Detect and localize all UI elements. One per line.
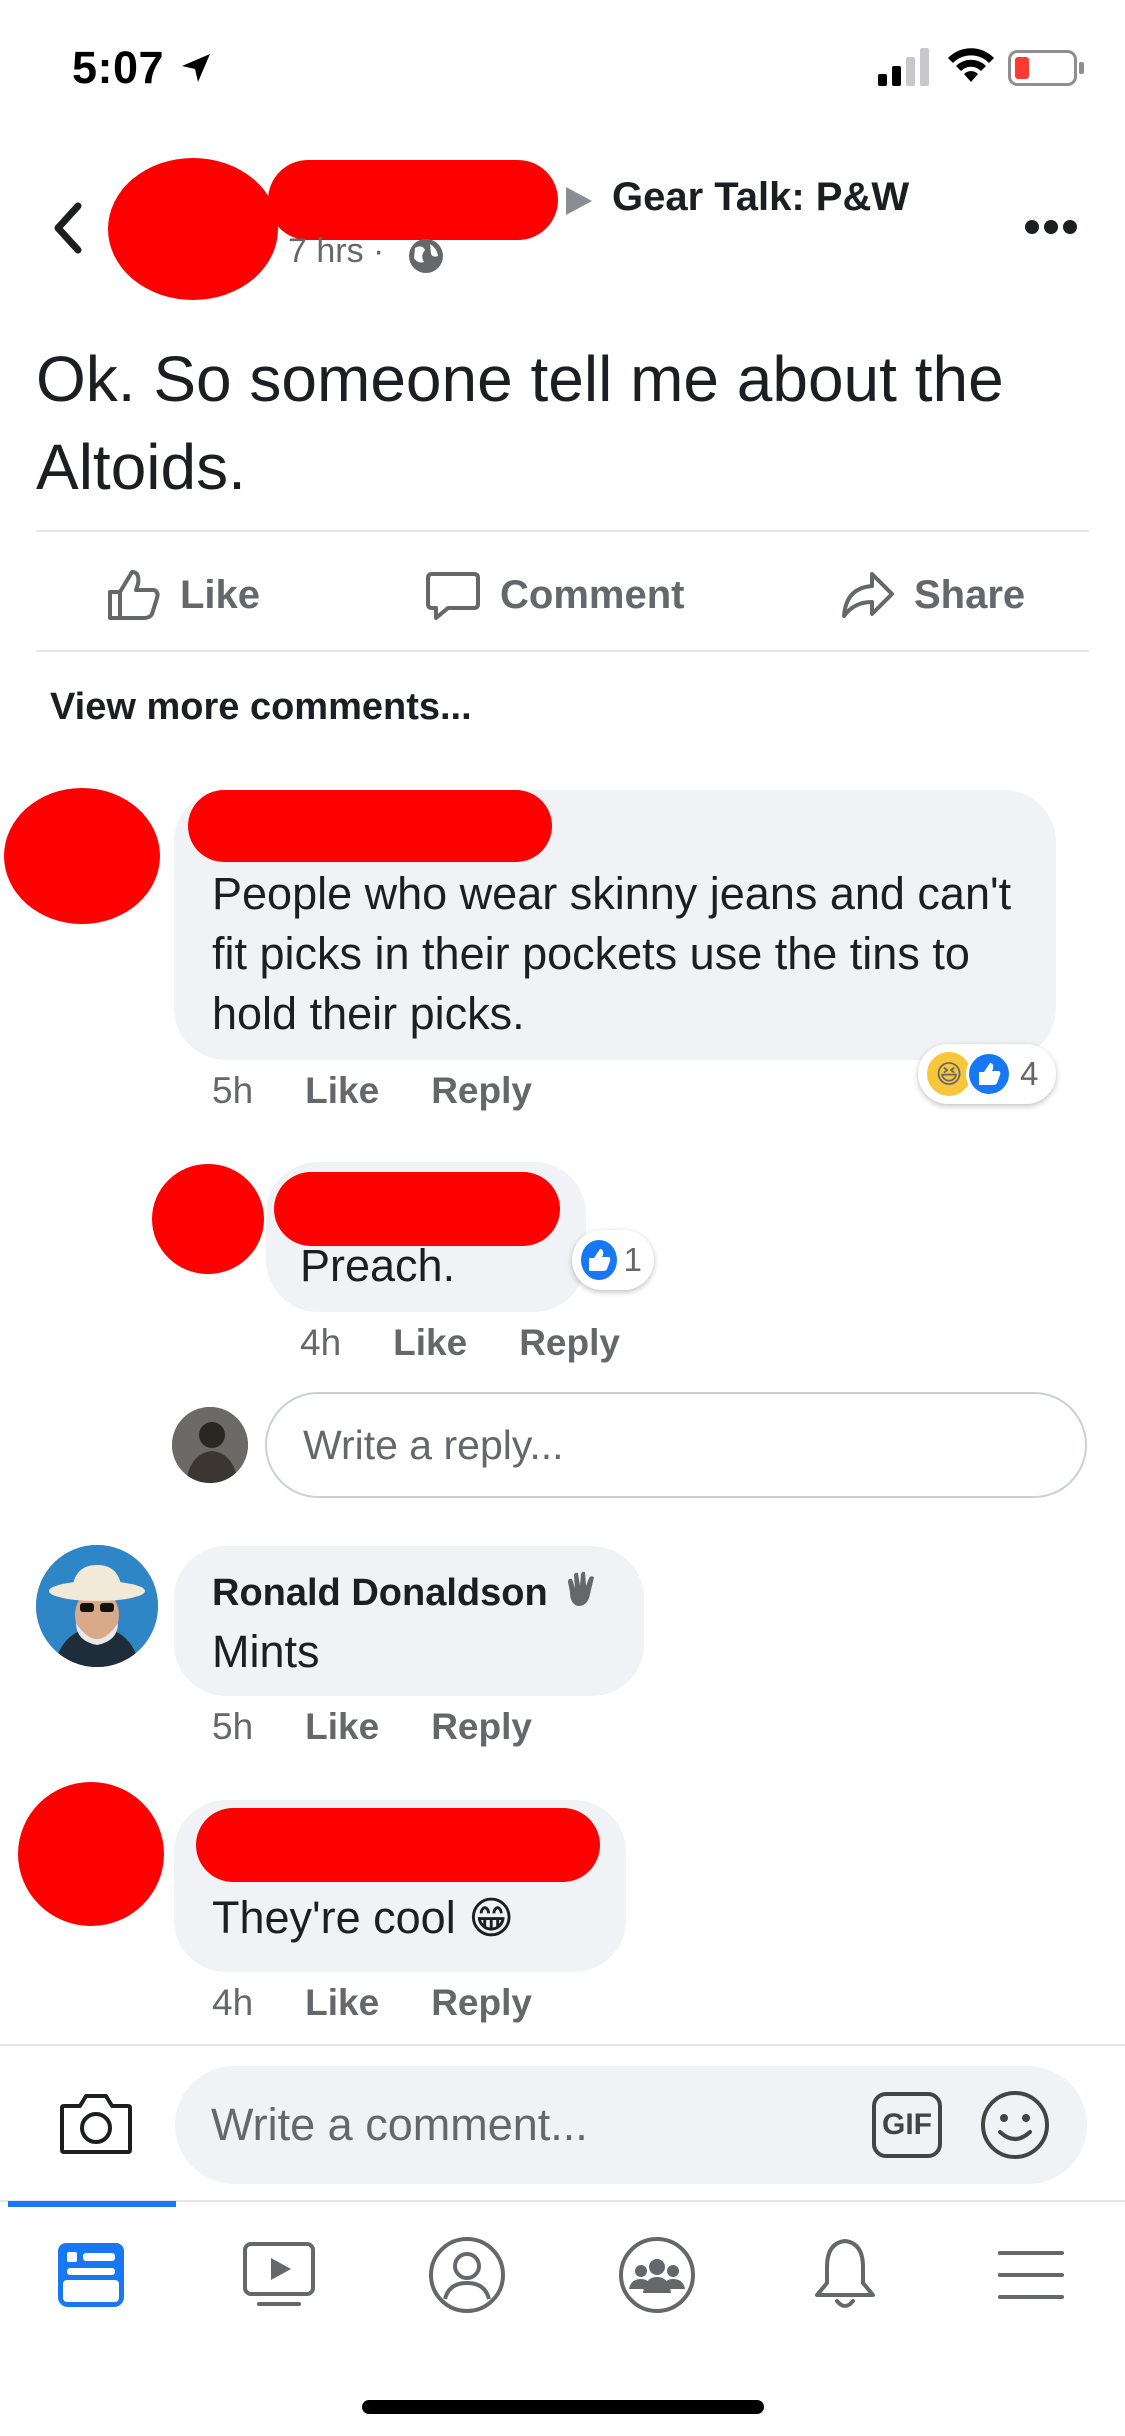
redacted-avatar <box>18 1782 164 1926</box>
redacted-avatar <box>152 1164 264 1274</box>
profile-icon[interactable] <box>422 2230 512 2320</box>
comment-reply-link[interactable]: Reply <box>431 1982 532 2024</box>
more-icon[interactable] <box>1024 218 1078 236</box>
comment-input[interactable]: Write a comment... <box>175 2066 1087 2184</box>
back-chevron-icon[interactable] <box>50 200 86 256</box>
divider <box>0 2044 1125 2046</box>
wifi-icon <box>948 48 994 82</box>
comment-like-link[interactable]: Like <box>305 1070 379 1112</box>
menu-icon[interactable] <box>986 2230 1076 2320</box>
reaction-summary[interactable]: 😆 4 <box>918 1044 1056 1104</box>
comment-time: 5h <box>212 1070 254 1111</box>
comment-time: 5h <box>212 1706 254 1747</box>
reaction-count: 4 <box>1020 1055 1039 1092</box>
grin-emoji-icon: 😁 <box>468 1894 515 1943</box>
comment-like-link[interactable]: Like <box>305 1982 379 2024</box>
wave-badge-icon <box>568 1571 594 1606</box>
groups-icon[interactable] <box>612 2230 702 2320</box>
comment-time: 4h <box>212 1982 254 2023</box>
location-arrow-icon <box>182 54 210 82</box>
reply-input[interactable]: Write a reply... <box>265 1392 1087 1498</box>
commenter-name[interactable]: Ronald Donaldson <box>212 1572 548 1615</box>
post-time: 7 hrs · <box>288 232 385 270</box>
triangle-right-icon <box>566 187 592 215</box>
post-text: Ok. So someone tell me about the Altoids… <box>36 343 1004 503</box>
group-name[interactable]: Gear Talk: P&W <box>612 175 909 220</box>
comment-button[interactable]: Comment <box>424 560 684 630</box>
like-reaction-icon <box>578 1237 620 1283</box>
redacted-commenter-name <box>274 1172 560 1246</box>
home-indicator[interactable] <box>362 2400 764 2414</box>
avatar[interactable] <box>36 1545 158 1667</box>
comment-meta: 5h Like Reply <box>212 1706 532 1748</box>
comment-time: 4h <box>300 1322 342 1363</box>
emoji-icon[interactable] <box>978 2088 1052 2162</box>
user-avatar <box>172 1407 248 1483</box>
redacted-avatar <box>108 158 278 300</box>
divider <box>36 530 1089 532</box>
comment-meta: 4h Like Reply <box>212 1982 532 2024</box>
view-more-comments[interactable]: View more comments... <box>50 686 472 729</box>
comment-text: They're cool 😁 <box>212 1892 515 1943</box>
gif-icon[interactable]: GIF <box>872 2092 942 2158</box>
like-reaction-icon <box>966 1051 1012 1097</box>
comment-reply-link[interactable]: Reply <box>431 1070 532 1112</box>
share-icon <box>842 572 894 618</box>
camera-icon[interactable] <box>58 2090 134 2158</box>
redacted-author-name <box>268 160 558 240</box>
news-feed-icon[interactable] <box>46 2230 136 2320</box>
divider <box>36 650 1089 652</box>
comment-meta: 4h Like Reply <box>300 1322 620 1364</box>
thumbs-up-icon <box>108 570 160 620</box>
comment-icon <box>426 572 480 620</box>
reaction-count: 1 <box>623 1241 642 1278</box>
like-button[interactable]: Like <box>104 560 260 630</box>
active-tab-indicator <box>8 2201 176 2207</box>
signal-icon <box>878 48 929 86</box>
redacted-commenter-name <box>188 790 552 862</box>
redacted-commenter-name <box>196 1808 600 1882</box>
share-button[interactable]: Share <box>838 560 1025 630</box>
comment-meta: 5h Like Reply <box>212 1070 532 1112</box>
comment-text: Mints <box>212 1626 320 1677</box>
reaction-summary[interactable]: 1 <box>572 1230 654 1290</box>
comment-like-link[interactable]: Like <box>305 1706 379 1748</box>
comment-reply-link[interactable]: Reply <box>519 1322 620 1364</box>
comment-like-link[interactable]: Like <box>393 1322 467 1364</box>
notifications-icon[interactable] <box>800 2230 890 2320</box>
globe-icon <box>409 239 443 273</box>
comment-text: People who wear skinny jeans and can't f… <box>212 868 1012 1039</box>
status-time: 5:07 <box>72 42 165 93</box>
comment-text: Preach. <box>300 1240 456 1291</box>
battery-icon <box>1008 50 1084 86</box>
watch-icon[interactable] <box>234 2230 324 2320</box>
redacted-avatar <box>4 788 160 924</box>
comment-reply-link[interactable]: Reply <box>431 1706 532 1748</box>
